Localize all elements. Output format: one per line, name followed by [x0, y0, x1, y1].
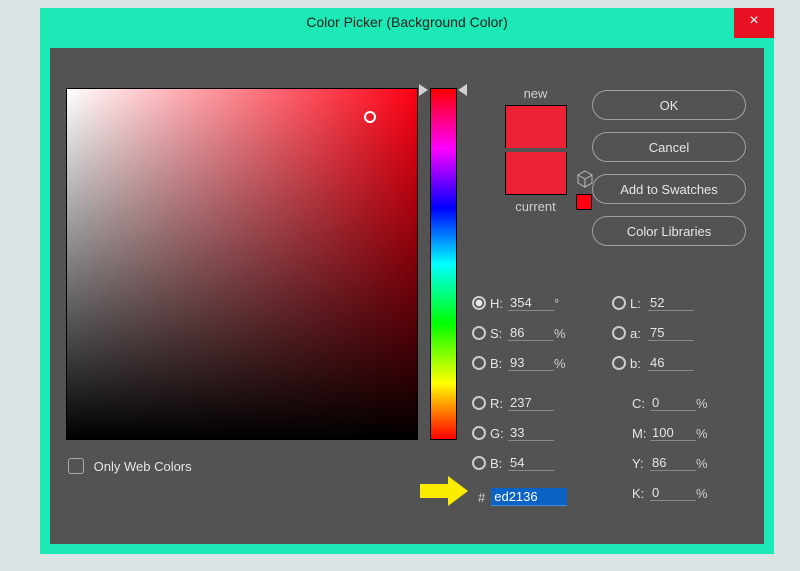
y-unit: %	[696, 456, 714, 471]
y-input[interactable]	[650, 455, 696, 471]
color-libraries-button[interactable]: Color Libraries	[592, 216, 746, 246]
b-hsb-label: B:	[490, 356, 508, 371]
b-lab-label: b:	[630, 356, 648, 371]
hex-hash-label: #	[478, 490, 485, 505]
m-unit: %	[696, 426, 714, 441]
new-color-swatch[interactable]	[505, 105, 567, 148]
hue-slider[interactable]	[430, 88, 457, 440]
annotation-arrow-icon	[420, 476, 468, 506]
color-picker-window: Color Picker (Background Color) × new cu…	[40, 8, 774, 554]
b-hsb-unit: %	[554, 356, 572, 371]
a-input[interactable]	[648, 325, 694, 341]
hue-pointer-right-icon	[458, 84, 467, 96]
k-input[interactable]	[650, 485, 696, 501]
radio-a[interactable]	[612, 326, 626, 340]
hex-input[interactable]	[491, 488, 567, 506]
y-label: Y:	[632, 456, 650, 471]
hue-pointer-left-icon	[419, 84, 428, 96]
s-input[interactable]	[508, 325, 554, 341]
new-label: new	[478, 86, 593, 101]
h-label: H:	[490, 296, 508, 311]
l-label: L:	[630, 296, 648, 311]
radio-b-lab[interactable]	[612, 356, 626, 370]
titlebar: Color Picker (Background Color) ×	[40, 8, 774, 38]
radio-b-hsb[interactable]	[472, 356, 486, 370]
hex-row: #	[478, 488, 567, 506]
only-web-colors-label: Only Web Colors	[94, 459, 192, 474]
only-web-colors-option: Only Web Colors	[68, 458, 192, 474]
g-input[interactable]	[508, 425, 554, 441]
add-to-swatches-button[interactable]: Add to Swatches	[592, 174, 746, 204]
s-unit: %	[554, 326, 572, 341]
current-color-swatch[interactable]	[505, 152, 567, 195]
r-input[interactable]	[508, 395, 554, 411]
window-title: Color Picker (Background Color)	[40, 14, 774, 30]
radio-s[interactable]	[472, 326, 486, 340]
ok-button[interactable]: OK	[592, 90, 746, 120]
radio-r[interactable]	[472, 396, 486, 410]
color-cursor-ring	[364, 111, 376, 123]
radio-b-rgb[interactable]	[472, 456, 486, 470]
c-input[interactable]	[650, 395, 696, 411]
k-unit: %	[696, 486, 714, 501]
radio-g[interactable]	[472, 426, 486, 440]
c-unit: %	[696, 396, 714, 411]
g-label: G:	[490, 426, 508, 441]
dialog-body: new current OK Cancel Add to Swatches Co…	[50, 48, 764, 544]
r-label: R:	[490, 396, 508, 411]
m-input[interactable]	[650, 425, 696, 441]
only-web-colors-checkbox[interactable]	[68, 458, 84, 474]
saturation-brightness-field[interactable]	[66, 88, 418, 440]
close-button[interactable]: ×	[734, 8, 774, 38]
a-label: a:	[630, 326, 648, 341]
b-rgb-label: B:	[490, 456, 508, 471]
numeric-fields: H: ° S:% B:% R: G: B: L: a: b: C:% M:% Y:…	[470, 288, 750, 508]
cancel-button[interactable]: Cancel	[592, 132, 746, 162]
out-of-gamut-swatch[interactable]	[576, 194, 592, 210]
radio-l[interactable]	[612, 296, 626, 310]
b-rgb-input[interactable]	[508, 455, 554, 471]
h-input[interactable]	[508, 295, 554, 311]
l-input[interactable]	[648, 295, 694, 311]
k-label: K:	[632, 486, 650, 501]
b-hsb-input[interactable]	[508, 355, 554, 371]
s-label: S:	[490, 326, 508, 341]
m-label: M:	[632, 426, 650, 441]
button-column: OK Cancel Add to Swatches Color Librarie…	[592, 90, 746, 258]
b-lab-input[interactable]	[648, 355, 694, 371]
radio-h[interactable]	[472, 296, 486, 310]
c-label: C:	[632, 396, 650, 411]
h-unit: °	[554, 296, 572, 311]
